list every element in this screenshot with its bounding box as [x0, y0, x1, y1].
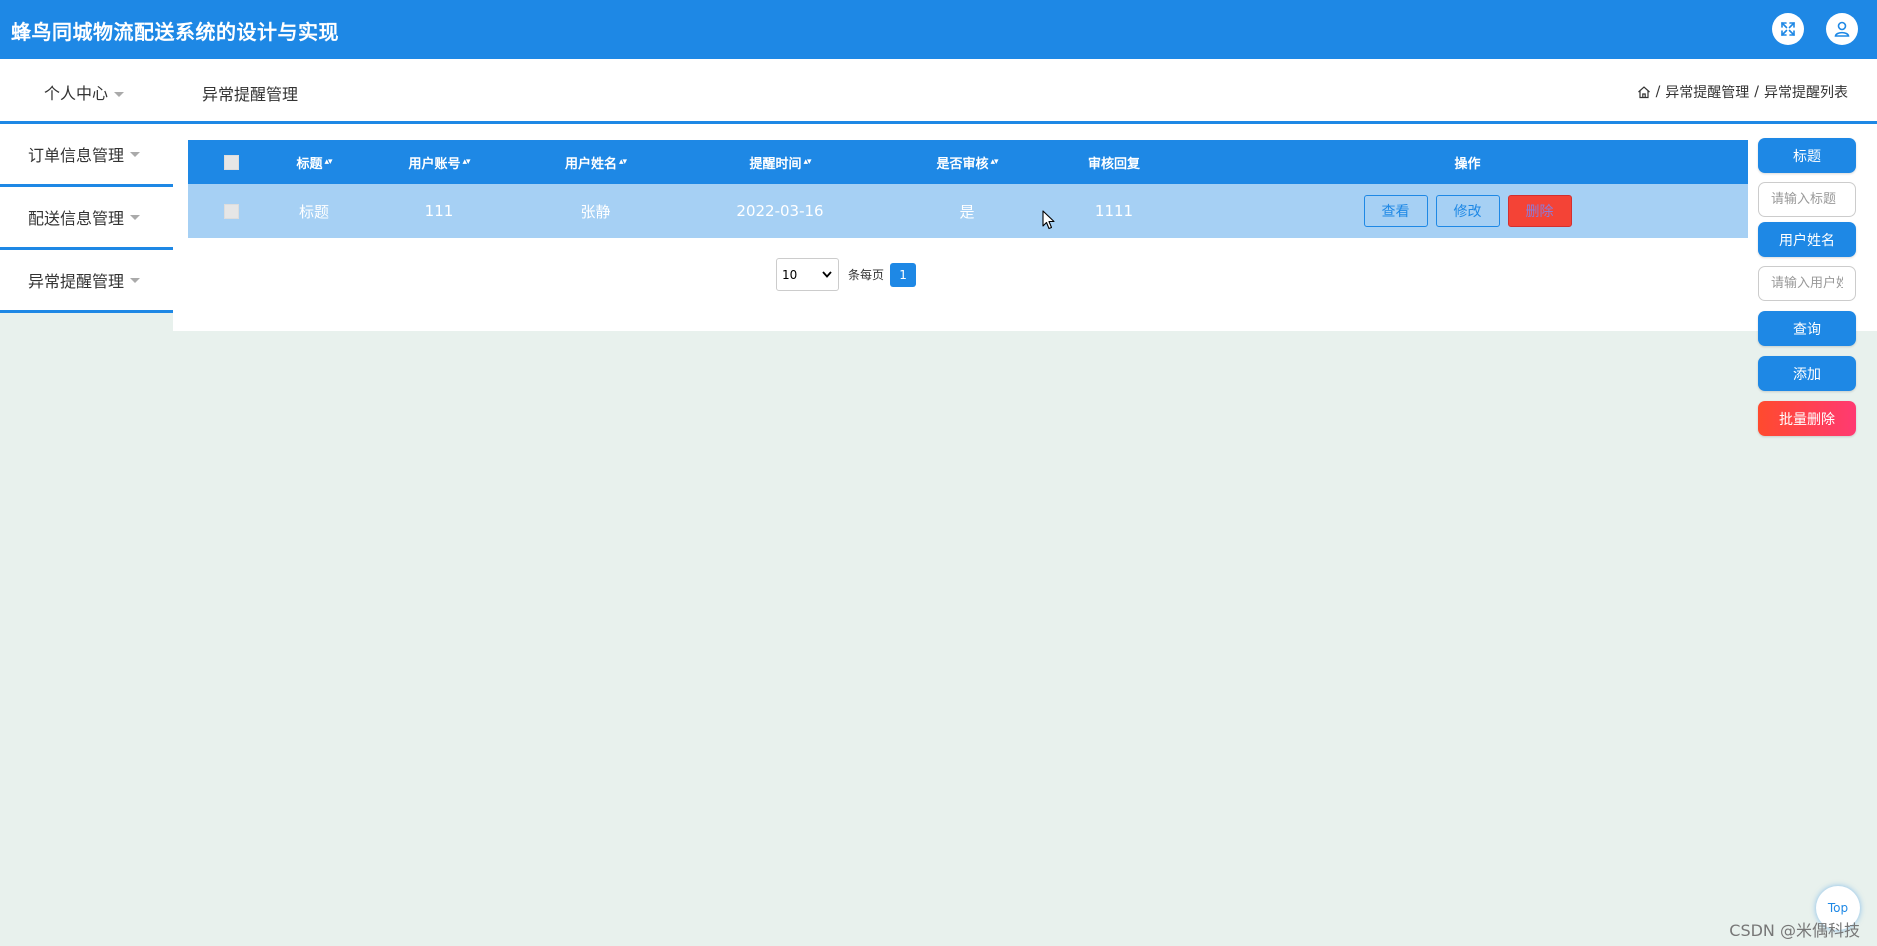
name-search-input[interactable] [1758, 266, 1856, 301]
caret-down-icon [130, 214, 141, 220]
data-table: 标题 ▴▾ 用户账号 ▴▾ 用户姓名 ▴▾ 提醒时间 ▴▾ 是否审核 ▴▾ 审核回复 操作… [188, 140, 1748, 238]
home-icon[interactable] [1637, 85, 1651, 99]
fullscreen-icon [1781, 22, 1795, 36]
sidebar-item-delivery[interactable]: 配送信息管理 [0, 187, 173, 250]
delete-button[interactable]: 删除 [1507, 195, 1572, 227]
column-header-title[interactable]: 标题 ▴▾ [274, 153, 354, 172]
page-title: 异常提醒管理 [202, 85, 299, 104]
chevron-down-icon [822, 271, 832, 278]
row-checkbox[interactable] [223, 203, 239, 219]
top-bar: 蜂鸟同城物流配送系统的设计与实现 [0, 0, 1877, 59]
cell-time: 2022-03-16 [736, 202, 824, 220]
column-label: 用户账号 [408, 156, 461, 172]
column-header-time[interactable]: 提醒时间 ▴▾ [667, 153, 893, 172]
column-header-name[interactable]: 用户姓名 ▴▾ [524, 153, 667, 172]
sort-icon: ▴▾ [618, 156, 627, 167]
column-header-account[interactable]: 用户账号 ▴▾ [354, 153, 524, 172]
sort-icon: ▴▾ [990, 156, 998, 167]
per-page-label: 条每页 [848, 268, 885, 282]
search-panel: 标题 用户姓名 查询 添加 批量删除 [1758, 138, 1856, 436]
select-all-checkbox[interactable] [223, 154, 239, 170]
query-button[interactable]: 查询 [1758, 311, 1856, 346]
cell-audited: 是 [959, 202, 975, 221]
title-search-input[interactable] [1758, 182, 1856, 217]
mouse-cursor-icon [1042, 210, 1055, 230]
sidebar-item-label: 订单信息管理 [28, 146, 125, 165]
breadcrumb: / 异常提醒管理 / 异常提醒列表 [1637, 82, 1848, 102]
sidebar-item-alerts[interactable]: 异常提醒管理 [0, 250, 173, 313]
sort-icon: ▴▾ [803, 156, 811, 167]
column-header-reply: 审核回复 [1087, 156, 1140, 172]
caret-down-icon [130, 277, 141, 283]
caret-down-icon [130, 151, 141, 157]
sidebar-item-label: 异常提醒管理 [28, 272, 125, 291]
sidebar-item-label: 配送信息管理 [28, 209, 125, 228]
title-filter-label: 标题 [1758, 138, 1856, 173]
sort-icon: ▴▾ [462, 156, 470, 167]
breadcrumb-separator: / [1655, 84, 1661, 100]
table-header: 标题 ▴▾ 用户账号 ▴▾ 用户姓名 ▴▾ 提醒时间 ▴▾ 是否审核 ▴▾ 审核回复 操作 [188, 140, 1748, 184]
personal-center-label: 个人中心 [44, 84, 109, 103]
nav-bar: 个人中心 异常提醒管理 / 异常提醒管理 / 异常提醒列表 [0, 59, 1877, 124]
cell-account: 111 [424, 202, 454, 220]
watermark: CSDN @米偶科技 [1729, 921, 1860, 940]
breadcrumb-item-list: 异常提醒列表 [1764, 85, 1848, 101]
view-button[interactable]: 查看 [1363, 195, 1428, 227]
sidebar: 订单信息管理 配送信息管理 异常提醒管理 [0, 124, 173, 313]
user-menu-button[interactable] [1826, 13, 1858, 45]
pagination: 10 条每页 1 [776, 258, 917, 291]
app-title: 蜂鸟同城物流配送系统的设计与实现 [11, 20, 339, 44]
edit-button[interactable]: 修改 [1435, 195, 1500, 227]
user-icon [1834, 21, 1850, 37]
add-button[interactable]: 添加 [1758, 356, 1856, 391]
name-filter-label: 用户姓名 [1758, 222, 1856, 257]
breadcrumb-item-module[interactable]: 异常提醒管理 [1665, 82, 1749, 102]
sidebar-item-orders[interactable]: 订单信息管理 [0, 124, 173, 187]
column-label: 标题 [296, 156, 323, 172]
cell-actions: 查看 修改 删除 [1187, 195, 1748, 227]
table-row: 标题 111 张静 2022-03-16 是 1111 查看 修改 删除 [188, 184, 1748, 238]
cell-title: 标题 [298, 202, 329, 221]
column-label: 是否审核 [936, 156, 989, 172]
column-label: 提醒时间 [749, 156, 802, 172]
column-label: 用户姓名 [564, 156, 617, 172]
cell-name: 张静 [580, 202, 611, 221]
batch-delete-button[interactable]: 批量删除 [1758, 401, 1856, 436]
personal-center-menu[interactable]: 个人中心 [44, 80, 125, 104]
column-header-audited[interactable]: 是否审核 ▴▾ [893, 153, 1041, 172]
cell-reply: 1111 [1094, 202, 1134, 220]
page-number-1[interactable]: 1 [890, 262, 917, 287]
breadcrumb-separator: / [1754, 84, 1759, 100]
fullscreen-button[interactable] [1772, 13, 1804, 45]
sort-icon: ▴▾ [324, 156, 332, 167]
caret-down-icon [114, 92, 125, 97]
page-size-value: 10 [782, 267, 798, 282]
column-header-actions: 操作 [1454, 156, 1481, 172]
page-size-select[interactable]: 10 [776, 258, 839, 291]
